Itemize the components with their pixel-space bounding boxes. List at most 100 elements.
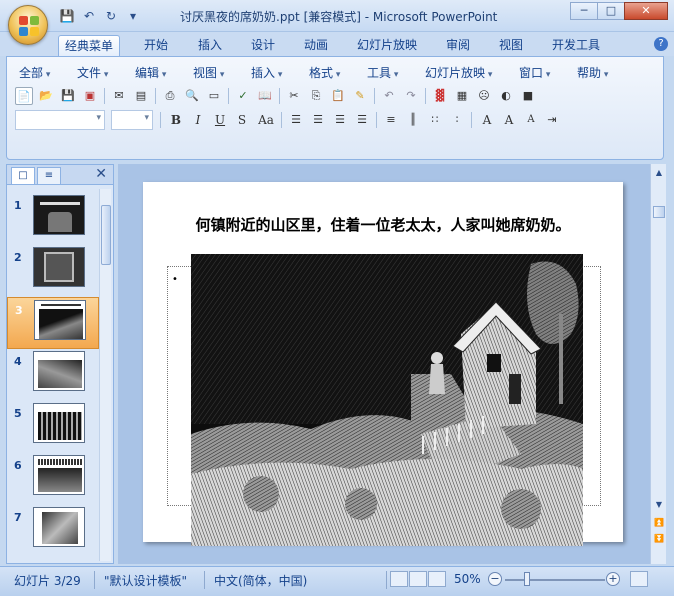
toolbar-separator [104, 88, 105, 104]
table-icon[interactable]: ▦ [453, 87, 471, 105]
font-name-combo[interactable] [15, 110, 105, 130]
new-file-icon[interactable]: 📄 [15, 87, 33, 105]
tab-developer[interactable]: 开发工具 [546, 35, 606, 56]
redo-icon[interactable]: ↻ [102, 7, 120, 25]
email-icon[interactable]: ✉ [110, 87, 128, 105]
zoom-slider-track[interactable] [505, 579, 605, 581]
bullets-icon[interactable]: ∶ [448, 111, 466, 129]
chart-icon[interactable]: ▓ [431, 87, 449, 105]
underline-button[interactable]: U [210, 111, 230, 129]
color-icon[interactable]: ■ [519, 87, 537, 105]
tab-insert[interactable]: 插入 [192, 35, 228, 56]
customize-icon[interactable]: ▾ [124, 7, 142, 25]
slide-illustration[interactable] [191, 254, 583, 546]
normal-view-icon[interactable] [390, 571, 408, 587]
previous-slide-icon[interactable]: ⏫ [652, 516, 666, 530]
menu-tools[interactable]: 工具 [367, 64, 398, 81]
copy-icon[interactable]: ⎘ [307, 87, 325, 105]
close-button[interactable]: ✕ [624, 2, 668, 20]
clipart-icon[interactable]: ☹ [475, 87, 493, 105]
spelling-icon[interactable]: ✓ [234, 87, 252, 105]
maximize-button[interactable]: □ [597, 2, 625, 20]
bold-button[interactable]: B [166, 111, 186, 129]
justify-icon[interactable]: ☰ [353, 111, 371, 129]
slide-thumbnail-selected[interactable]: 3 [7, 297, 99, 349]
print-icon[interactable]: ⎙ [161, 87, 179, 105]
shrink-font-button[interactable]: A [521, 111, 541, 129]
slide-thumbnail[interactable]: 2 [7, 245, 99, 297]
menu-insert[interactable]: 插入 [251, 64, 282, 81]
columns-icon[interactable]: ≡ [382, 111, 400, 129]
indent-icon[interactable]: ⇥ [543, 111, 561, 129]
tab-review[interactable]: 审阅 [440, 35, 476, 56]
tab-outline-icon[interactable]: ≡ [37, 167, 61, 184]
menu-all[interactable]: 全部 [19, 64, 50, 81]
slide-canvas[interactable]: 何镇附近的山区里，住着一位老太太，人家叫她席奶奶。 • [143, 182, 623, 546]
print-preview-icon[interactable]: 🔍 [183, 87, 201, 105]
redo-icon[interactable]: ↷ [402, 87, 420, 105]
slide-thumbnail[interactable]: 1 [7, 193, 99, 245]
menu-help[interactable]: 帮助 [577, 64, 608, 81]
grayscale-icon[interactable]: ◐ [497, 87, 515, 105]
italic-button[interactable]: I [188, 111, 208, 129]
zoom-in-icon[interactable]: + [606, 572, 620, 586]
format-painter-icon[interactable]: ✎ [351, 87, 369, 105]
align-right-icon[interactable]: ☰ [331, 111, 349, 129]
strikethrough-button[interactable]: S [232, 111, 252, 129]
zoom-level[interactable]: 50% [454, 572, 481, 586]
menu-window[interactable]: 窗口 [519, 64, 550, 81]
align-left-icon[interactable]: ☰ [287, 111, 305, 129]
minimize-button[interactable]: ─ [570, 2, 598, 20]
menu-file[interactable]: 文件 [77, 64, 108, 81]
cut-icon[interactable]: ✂ [285, 87, 303, 105]
slide-sorter-icon[interactable] [409, 571, 427, 587]
scroll-down-icon[interactable]: ▼ [652, 498, 666, 512]
screen-icon[interactable]: ▭ [205, 87, 223, 105]
tab-classic-menu[interactable]: 经典菜单 [58, 35, 121, 56]
slide-thumbnail[interactable]: 4 [7, 349, 99, 401]
tab-animation[interactable]: 动画 [298, 35, 334, 56]
undo-icon[interactable]: ↶ [80, 7, 98, 25]
menu-view[interactable]: 视图 [193, 64, 224, 81]
undo-icon[interactable]: ↶ [380, 87, 398, 105]
slide-scrollbar[interactable]: ▲ ▼ ⏫ ⏬ [650, 164, 666, 564]
font-size-combo[interactable] [111, 110, 153, 130]
save-icon[interactable]: 💾 [59, 87, 77, 105]
zoom-slider-handle[interactable] [524, 572, 530, 586]
numbering-icon[interactable]: ∷ [426, 111, 444, 129]
slides-panel-scrollbar[interactable] [99, 189, 111, 561]
publish-icon[interactable]: ▤ [132, 87, 150, 105]
scrollbar-thumb[interactable] [653, 206, 665, 218]
permission-icon[interactable]: ▣ [81, 87, 99, 105]
scroll-up-icon[interactable]: ▲ [652, 166, 666, 180]
tab-slideshow[interactable]: 幻灯片放映 [351, 35, 423, 56]
tab-design[interactable]: 设计 [245, 35, 281, 56]
menu-edit[interactable]: 编辑 [135, 64, 166, 81]
slide-thumbnail[interactable]: 5 [7, 401, 99, 453]
menu-format[interactable]: 格式 [309, 64, 340, 81]
tab-home[interactable]: 开始 [138, 35, 174, 56]
next-slide-icon[interactable]: ⏬ [652, 532, 666, 546]
slide-title[interactable]: 何镇附近的山区里，住着一位老太太，人家叫她席奶奶。 [143, 214, 623, 235]
close-panel-icon[interactable]: ✕ [95, 166, 107, 182]
change-case-button[interactable]: Aa [254, 111, 278, 129]
tab-slides-icon[interactable]: □ [11, 167, 35, 184]
align-center-icon[interactable]: ☰ [309, 111, 327, 129]
paste-icon[interactable]: 📋 [329, 87, 347, 105]
slide-thumbnail[interactable]: 7 [7, 505, 99, 557]
font-color-button[interactable]: A [477, 111, 497, 129]
tab-view[interactable]: 视图 [493, 35, 529, 56]
scrollbar-thumb[interactable] [101, 205, 111, 265]
save-icon[interactable]: 💾 [58, 7, 76, 25]
text-direction-icon[interactable]: ║ [404, 111, 422, 129]
fit-to-window-icon[interactable] [630, 571, 648, 587]
zoom-out-icon[interactable]: − [488, 572, 502, 586]
grow-font-button[interactable]: A [499, 111, 519, 129]
help-icon[interactable]: ? [654, 37, 668, 51]
research-icon[interactable]: 📖 [256, 87, 274, 105]
menu-slideshow[interactable]: 幻灯片放映 [425, 64, 492, 81]
office-button[interactable] [8, 5, 48, 45]
open-folder-icon[interactable]: 📂 [37, 87, 55, 105]
slideshow-view-icon[interactable] [428, 571, 446, 587]
slide-thumbnail[interactable]: 6 [7, 453, 99, 505]
